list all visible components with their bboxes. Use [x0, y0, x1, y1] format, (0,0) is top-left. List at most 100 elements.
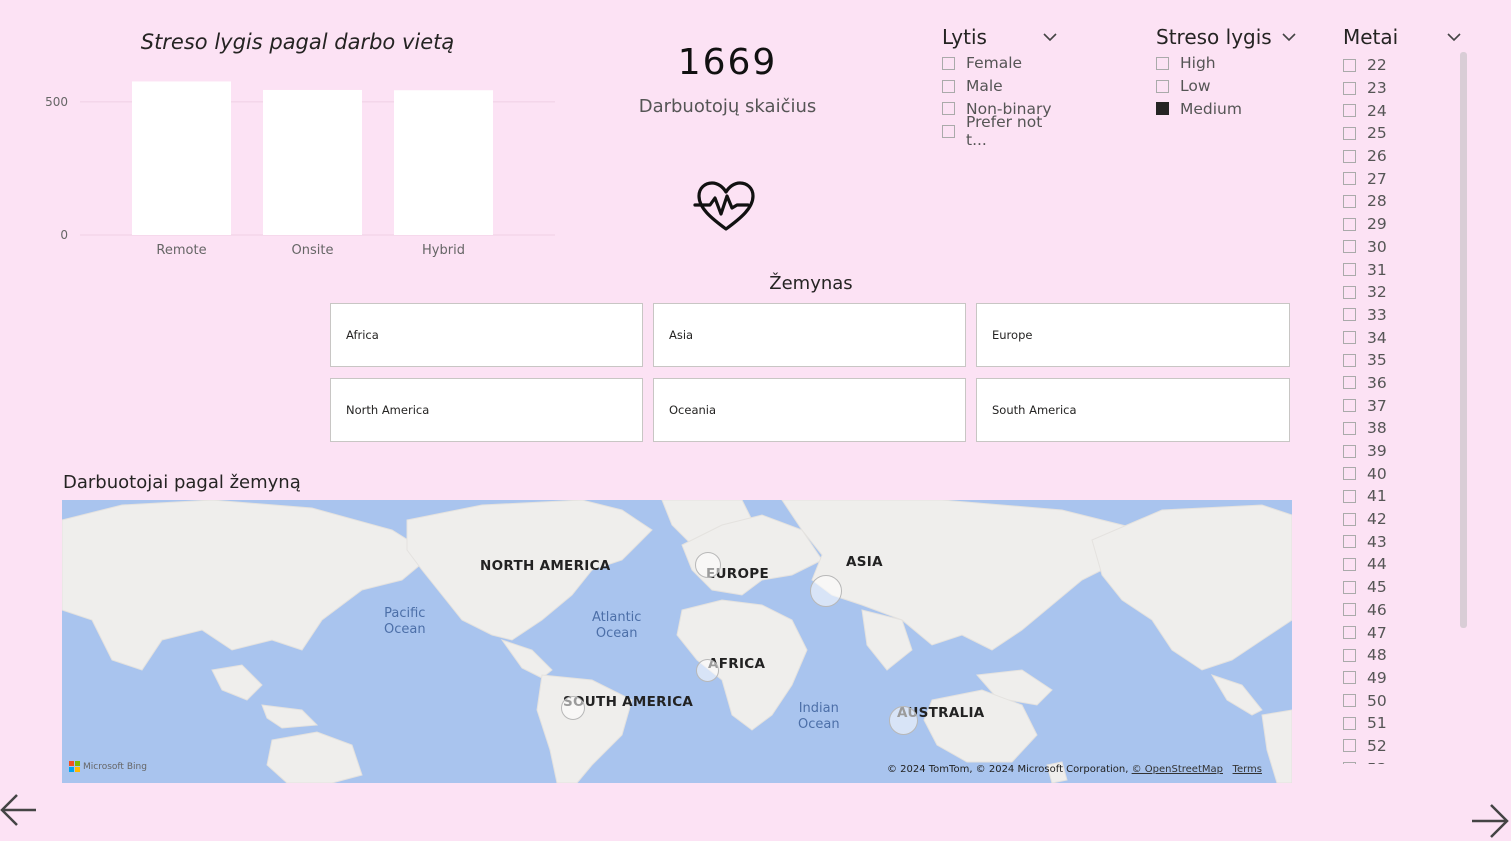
tile-south-america[interactable]: South America [976, 378, 1290, 442]
map-bubble-south-america[interactable] [561, 696, 585, 720]
tile-europe[interactable]: Europe [976, 303, 1290, 367]
checkbox[interactable] [1343, 58, 1356, 72]
slicer-option-year[interactable]: 35 [1343, 349, 1443, 372]
slicer-option-year[interactable]: 34 [1343, 326, 1443, 349]
checkbox[interactable] [1343, 194, 1356, 208]
slicer-option-year[interactable]: 39 [1343, 440, 1443, 463]
chevron-down-icon[interactable] [1043, 30, 1057, 44]
slicer-option-year[interactable]: 22 [1343, 54, 1443, 77]
checkbox[interactable] [1343, 739, 1356, 753]
slicer-option-year[interactable]: 48 [1343, 644, 1443, 667]
checkbox[interactable] [1343, 421, 1356, 435]
map-bubble-asia[interactable] [810, 575, 842, 607]
checkbox[interactable] [1343, 149, 1356, 163]
checkbox[interactable] [1343, 240, 1356, 254]
slicer-option-year[interactable]: 36 [1343, 372, 1443, 395]
checkbox[interactable] [1343, 762, 1356, 764]
checkbox[interactable] [1343, 694, 1356, 708]
world-map[interactable]: Pacific Ocean Atlantic Ocean Indian Ocea… [62, 500, 1292, 783]
next-page-arrow-icon[interactable] [1470, 803, 1510, 839]
checkbox[interactable] [1343, 285, 1356, 299]
checkbox[interactable] [1343, 444, 1356, 458]
checkbox[interactable] [1343, 126, 1356, 140]
terms-link[interactable]: Terms [1233, 764, 1262, 775]
checkbox[interactable] [942, 102, 955, 116]
tile-asia[interactable]: Asia [653, 303, 966, 367]
checkbox[interactable] [1343, 353, 1356, 367]
slicer-option-year[interactable]: 37 [1343, 394, 1443, 417]
slicer-option-year[interactable]: 44 [1343, 553, 1443, 576]
slicer-option-year[interactable]: 33 [1343, 304, 1443, 327]
osm-link[interactable]: © OpenStreetMap [1132, 764, 1223, 775]
slicer-metai-list[interactable]: 22 23 24 25 26 27 28 29 30 31 32 33 34 35 36 37 38 39 40 41… [1343, 54, 1443, 764]
slicer-option-year[interactable]: 45 [1343, 576, 1443, 599]
slicer-option-year[interactable]: 47 [1343, 621, 1443, 644]
tile-oceania[interactable]: Oceania [653, 378, 966, 442]
tile-africa[interactable]: Africa [330, 303, 643, 367]
map-bubble-australia[interactable] [889, 706, 918, 735]
bar-onsite[interactable] [263, 89, 362, 235]
slicer-option-high[interactable]: High [1156, 52, 1296, 75]
checkbox[interactable] [1156, 56, 1169, 70]
checkbox[interactable] [942, 124, 955, 138]
checkbox[interactable] [942, 56, 955, 70]
checkbox[interactable] [1343, 467, 1356, 481]
checkbox[interactable] [1343, 399, 1356, 413]
checkbox[interactable] [1343, 489, 1356, 503]
bar-remote[interactable] [132, 81, 231, 236]
checkbox[interactable] [1343, 263, 1356, 277]
checkbox[interactable] [1343, 671, 1356, 685]
slicer-option-year[interactable]: 24 [1343, 99, 1443, 122]
slicer-option-year[interactable]: 28 [1343, 190, 1443, 213]
checkbox[interactable] [1156, 79, 1169, 93]
slicer-option-year[interactable]: 23 [1343, 77, 1443, 100]
checkbox[interactable] [1343, 557, 1356, 571]
checkbox[interactable] [1343, 603, 1356, 617]
checkbox[interactable] [1343, 331, 1356, 345]
bar-hybrid[interactable] [394, 90, 493, 236]
checkbox[interactable] [1343, 172, 1356, 186]
slicer-option-year[interactable]: 40 [1343, 462, 1443, 485]
slicer-option-year[interactable]: 43 [1343, 530, 1443, 553]
chevron-down-icon[interactable] [1282, 30, 1296, 44]
slicer-option-medium[interactable]: Medium [1156, 97, 1296, 120]
checkbox[interactable] [1343, 376, 1356, 390]
checkbox-checked[interactable] [1156, 102, 1169, 116]
checkbox[interactable] [1343, 626, 1356, 640]
slicer-option-year[interactable]: 46 [1343, 599, 1443, 622]
slicer-option-year[interactable]: 41 [1343, 485, 1443, 508]
map-bubble-europe[interactable] [695, 552, 721, 578]
slicer-option-year[interactable]: 30 [1343, 236, 1443, 259]
checkbox[interactable] [1343, 104, 1356, 118]
checkbox[interactable] [1343, 580, 1356, 594]
checkbox[interactable] [942, 79, 955, 93]
checkbox[interactable] [1343, 535, 1356, 549]
slicer-option-year[interactable]: 29 [1343, 213, 1443, 236]
slicer-option-year[interactable]: 38 [1343, 417, 1443, 440]
slicer-option-year[interactable]: 50 [1343, 689, 1443, 712]
checkbox[interactable] [1343, 648, 1356, 662]
slicer-option-female[interactable]: Female [942, 52, 1057, 75]
map-bubble-africa[interactable] [696, 659, 719, 682]
chevron-down-icon[interactable] [1447, 30, 1461, 44]
tile-north-america[interactable]: North America [330, 378, 643, 442]
slicer-option-year[interactable]: 25 [1343, 122, 1443, 145]
slicer-option-year[interactable]: 49 [1343, 667, 1443, 690]
slicer-option-year[interactable]: 26 [1343, 145, 1443, 168]
previous-page-arrow-icon[interactable] [0, 793, 38, 827]
slicer-option-year[interactable]: 53 [1343, 757, 1443, 764]
slicer-option-year[interactable]: 32 [1343, 281, 1443, 304]
slicer-option-prefer-not[interactable]: Prefer not t... [942, 113, 1057, 149]
checkbox[interactable] [1343, 81, 1356, 95]
slicer-option-year[interactable]: 27 [1343, 167, 1443, 190]
slicer-option-year[interactable]: 31 [1343, 258, 1443, 281]
checkbox[interactable] [1343, 512, 1356, 526]
checkbox[interactable] [1343, 217, 1356, 231]
slicer-option-male[interactable]: Male [942, 75, 1057, 98]
slicer-option-low[interactable]: Low [1156, 75, 1296, 98]
slicer-option-year[interactable]: 42 [1343, 508, 1443, 531]
scrollbar[interactable] [1460, 52, 1467, 628]
slicer-option-year[interactable]: 51 [1343, 712, 1443, 735]
checkbox[interactable] [1343, 716, 1356, 730]
checkbox[interactable] [1343, 308, 1356, 322]
